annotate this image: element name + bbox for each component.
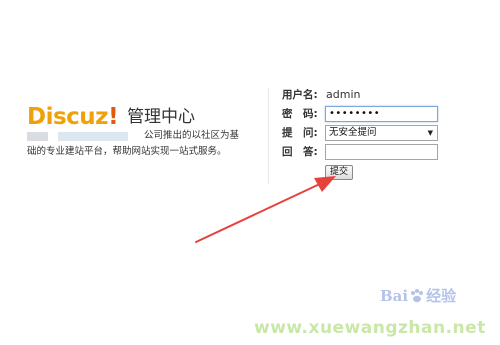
description-line-2: 础的专业建站平台，帮助网站实现一站式服务。: [27, 146, 227, 157]
site-watermark: www.xuewangzhan.net: [254, 318, 486, 338]
username-value: admin: [326, 88, 361, 101]
redacted-text: [58, 131, 128, 141]
baidu-watermark: Bai 经验: [380, 285, 456, 306]
logo-text: Discuz: [27, 104, 109, 130]
security-question-select[interactable]: 无安全提问 ▼: [325, 125, 438, 141]
redacted-text: [27, 131, 49, 141]
description-line-1: 公司推出的以社区为基: [143, 130, 239, 141]
question-selected-value: 无安全提问: [329, 127, 377, 138]
watermark-baidu-right: 经验: [426, 287, 457, 305]
question-label: 提 问:: [282, 127, 318, 139]
watermark-baidu-left: Bai: [380, 286, 409, 305]
paw-icon: [411, 288, 424, 302]
password-label: 密 码:: [282, 108, 318, 120]
answer-label: 回 答:: [282, 146, 318, 158]
password-input[interactable]: ••••••••: [325, 106, 438, 122]
answer-input[interactable]: [325, 144, 438, 160]
dropdown-arrow-icon: ▼: [427, 129, 433, 137]
username-label: 用户名:: [282, 89, 318, 101]
annotation-arrow-icon: [195, 176, 336, 243]
logo-exclaim: !: [108, 104, 119, 130]
brand-description: 公司推出的以社区为基 础的专业建站平台，帮助网站实现一站式服务。: [27, 128, 239, 160]
